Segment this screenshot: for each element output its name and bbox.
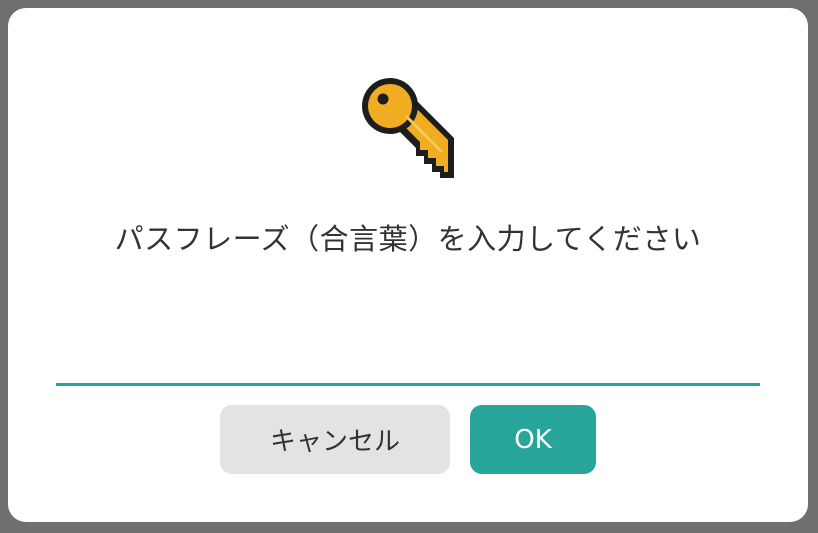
dialog-prompt: パスフレーズ（合言葉）を入力してください	[114, 222, 702, 256]
modal-overlay: パスフレーズ（合言葉）を入力してください キャンセル OK	[0, 0, 818, 533]
cancel-button[interactable]: キャンセル	[220, 405, 450, 474]
passphrase-dialog: パスフレーズ（合言葉）を入力してください キャンセル OK	[8, 8, 808, 522]
passphrase-input[interactable]	[56, 346, 760, 386]
ok-button[interactable]: OK	[470, 405, 596, 474]
key-icon	[360, 76, 460, 180]
